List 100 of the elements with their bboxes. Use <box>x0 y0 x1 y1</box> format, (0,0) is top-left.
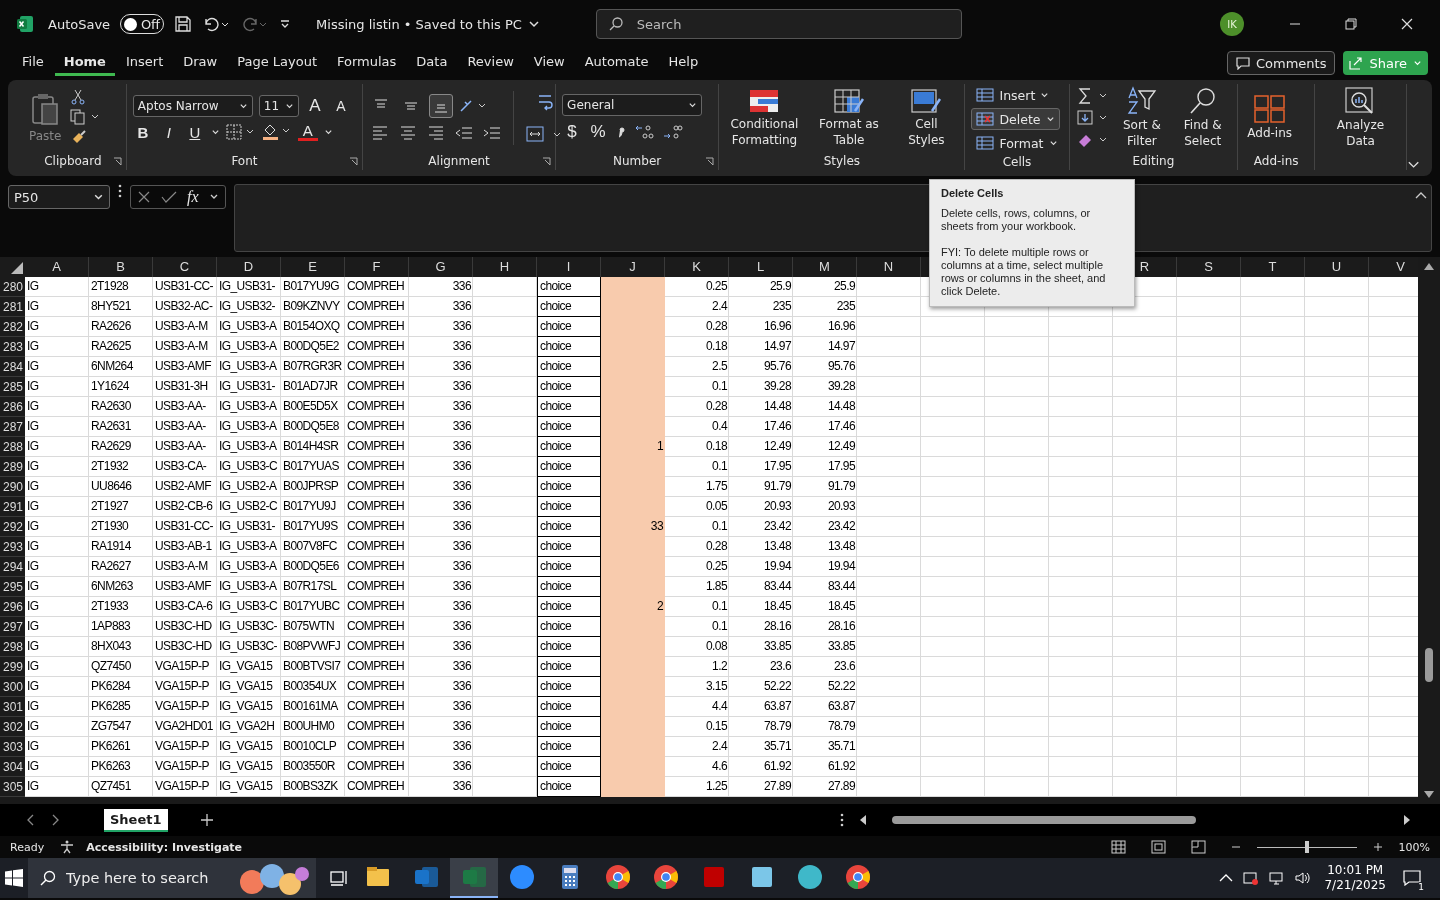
notifications-button[interactable]: 1 <box>1394 858 1430 898</box>
chevron-down-icon[interactable] <box>210 127 220 137</box>
user-avatar[interactable]: IK <box>1220 12 1244 36</box>
ribbon-tab[interactable]: Data <box>407 50 457 76</box>
normal-view-icon[interactable] <box>1110 840 1127 854</box>
redo-icon[interactable] <box>240 15 269 33</box>
table-cell: choice <box>537 657 601 677</box>
font-style-button[interactable]: I <box>158 123 179 141</box>
table-cell: 23.6 <box>729 657 793 677</box>
check-icon[interactable] <box>161 190 177 204</box>
save-icon[interactable] <box>174 15 193 33</box>
security-icon[interactable] <box>1243 870 1260 886</box>
windows-logo-icon[interactable] <box>5 869 23 887</box>
analyze-data-button[interactable]: Analyze Data <box>1321 84 1400 152</box>
sheet-tab[interactable]: Sheet1 <box>104 808 168 832</box>
insert-function-button[interactable]: fx <box>187 188 199 206</box>
scroll-right-icon[interactable] <box>1402 814 1412 826</box>
scroll-down-icon[interactable] <box>1423 790 1435 800</box>
dialog-launcher-icon[interactable] <box>112 156 122 166</box>
font-size-dropdown[interactable]: 11 <box>258 95 299 117</box>
bottom-align-icon[interactable] <box>429 94 454 118</box>
cells-button[interactable]: Delete <box>971 108 1060 130</box>
grow-font-button[interactable]: A <box>304 96 325 116</box>
more-icon[interactable] <box>840 813 844 827</box>
accessibility-status[interactable]: Accessibility: Investigate <box>86 840 243 854</box>
name-box[interactable]: P50 <box>8 185 110 209</box>
font-style-button[interactable]: B <box>132 123 153 141</box>
table-cell: 336 <box>409 417 473 437</box>
chevron-down-icon[interactable] <box>1406 160 1420 170</box>
dialog-launcher-icon[interactable] <box>349 156 359 166</box>
taskbar-date[interactable]: 7/21/2025 <box>1324 878 1386 893</box>
taskbar-time[interactable]: 10:01 PM <box>1327 863 1384 878</box>
cells-button[interactable]: Insert <box>971 84 1055 106</box>
zoom-level[interactable]: 100% <box>1398 840 1430 854</box>
scroll-up-icon[interactable] <box>1423 261 1435 271</box>
font-style-button[interactable]: U <box>184 123 205 141</box>
ribbon-tab[interactable]: View <box>524 50 574 76</box>
styles-button[interactable]: Conditional Formatting <box>725 85 804 151</box>
ribbon-tab[interactable]: Insert <box>116 50 173 76</box>
scissors-icon[interactable] <box>70 89 87 105</box>
paste-button[interactable]: Paste <box>26 91 65 145</box>
task-view-icon[interactable] <box>329 869 349 887</box>
volume-icon[interactable] <box>1295 870 1312 886</box>
ribbon-tab[interactable]: Automate <box>575 50 658 76</box>
page-layout-icon[interactable] <box>1150 840 1167 854</box>
undo-icon[interactable] <box>202 15 231 33</box>
fill-color-icon[interactable] <box>261 123 292 141</box>
select-all-icon[interactable] <box>11 262 23 274</box>
number-format-button[interactable]: % <box>588 122 609 142</box>
add-ins-button[interactable]: Add-ins <box>1244 92 1296 144</box>
font-name-dropdown[interactable]: Aptos Narrow <box>132 95 253 117</box>
copy-icon[interactable] <box>70 109 101 125</box>
zoom-in-icon[interactable] <box>1372 842 1383 852</box>
previous-sheet-icon[interactable] <box>26 814 36 826</box>
shrink-font-button[interactable]: A <box>330 98 351 114</box>
ribbon-tab[interactable]: Page Layout <box>228 50 326 76</box>
table-cell: 336 <box>409 677 473 697</box>
increase-decimal-icon[interactable] <box>634 123 657 141</box>
ribbon-tab[interactable]: File <box>13 50 53 76</box>
decrease-decimal-icon[interactable] <box>662 123 685 141</box>
styles-button[interactable]: Format as Table <box>809 85 889 151</box>
more-icon[interactable] <box>118 184 122 198</box>
horizontal-scrollbar-thumb[interactable] <box>892 816 1196 824</box>
document-title[interactable]: Missing listin • Saved to this PC <box>316 16 540 32</box>
dialog-launcher-icon[interactable] <box>705 156 715 166</box>
editing-button[interactable]: Sort & Filter <box>1115 84 1169 152</box>
cells-button[interactable]: Format <box>971 132 1063 154</box>
comments-button[interactable]: Comments <box>1227 51 1336 75</box>
ribbon-tab[interactable]: Home <box>54 50 115 76</box>
accessibility-icon[interactable] <box>60 840 75 854</box>
ribbon-tab[interactable]: Draw <box>174 50 227 76</box>
table-cell <box>473 577 537 597</box>
number-format-button[interactable]: $ <box>562 122 583 142</box>
scroll-left-icon[interactable] <box>858 814 868 826</box>
restore-icon[interactable] <box>1345 18 1357 30</box>
vertical-scrollbar-thumb[interactable] <box>1425 648 1433 682</box>
table-cell: 28.16 <box>793 617 857 637</box>
font-color-button[interactable]: A <box>297 123 318 141</box>
styles-button[interactable]: Cell Styles <box>894 85 959 151</box>
borders-icon[interactable] <box>225 124 256 140</box>
editing-button[interactable]: Find & Select <box>1174 84 1232 152</box>
dialog-launcher-icon[interactable] <box>542 156 552 166</box>
chevron-down-icon[interactable] <box>323 127 333 137</box>
table-cell: VGA15P-P <box>153 677 217 697</box>
ribbon-tab[interactable]: Formulas <box>328 50 406 76</box>
next-sheet-icon[interactable] <box>50 814 60 826</box>
page-break-icon[interactable] <box>1190 840 1207 854</box>
search-field[interactable]: Search <box>595 9 962 39</box>
chevron-up-icon[interactable] <box>1219 873 1234 883</box>
table-cell: 235 <box>729 297 793 317</box>
table-cell: IG <box>25 737 89 757</box>
zoom-slider-thumb[interactable] <box>1304 840 1309 853</box>
close-icon[interactable] <box>1401 18 1413 30</box>
chevron-up-icon[interactable] <box>1415 191 1427 201</box>
cancel-icon[interactable] <box>137 190 151 204</box>
network-icon[interactable] <box>1269 870 1286 886</box>
number-format-dropdown[interactable]: General <box>562 94 703 116</box>
ribbon-tab[interactable]: Review <box>458 50 523 76</box>
ribbon-tab[interactable]: Help <box>659 50 708 76</box>
add-sheet-icon[interactable] <box>199 813 214 827</box>
